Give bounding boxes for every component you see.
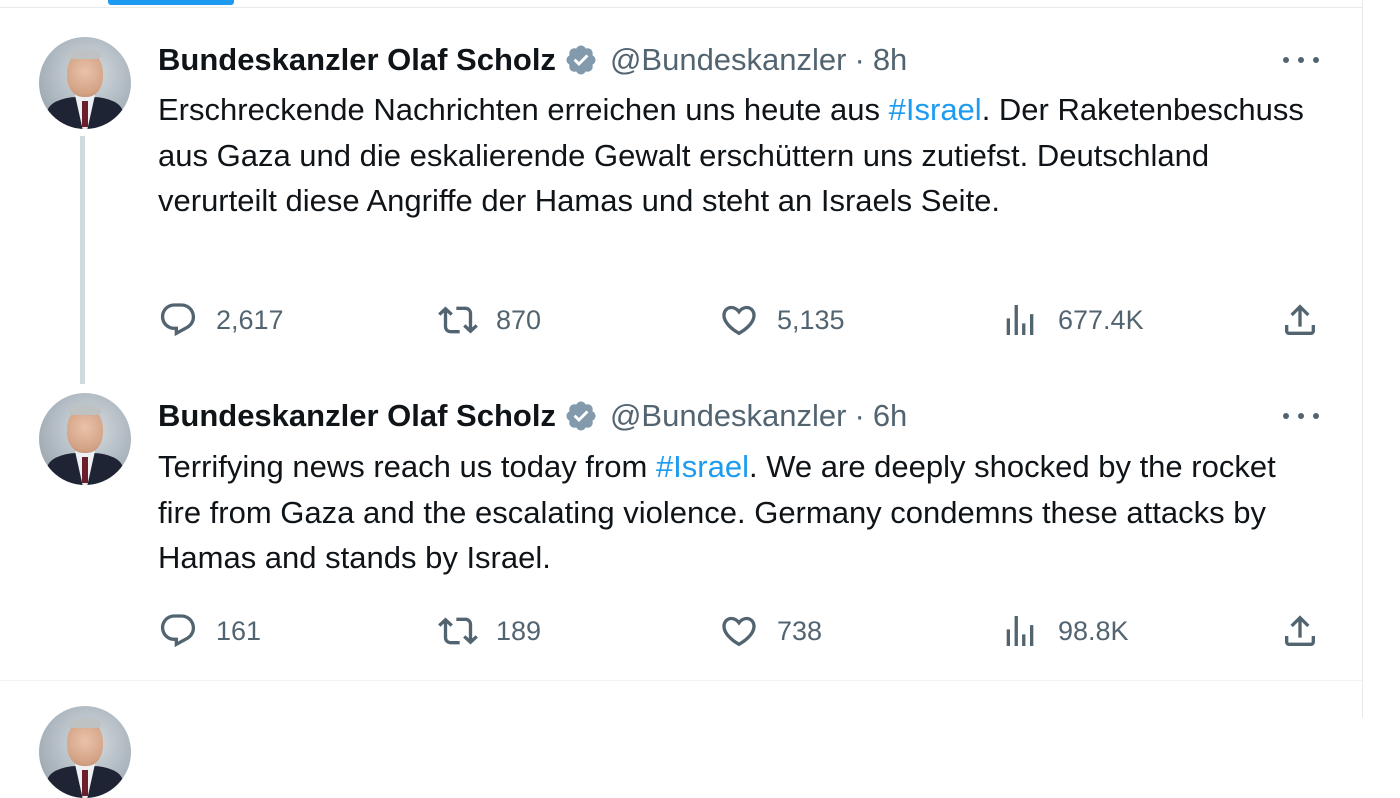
- share-button[interactable]: [1280, 611, 1338, 651]
- author-handle[interactable]: @Bundeskanzler: [610, 42, 847, 78]
- views-button[interactable]: 98.8K: [1000, 611, 1129, 651]
- hashtag-link[interactable]: #Israel: [656, 449, 749, 484]
- tweet-text-start: Terrifying news reach us today from: [158, 449, 656, 484]
- separator-dot: ·: [854, 42, 865, 77]
- like-icon: [722, 616, 756, 647]
- retweet-button[interactable]: 870: [438, 300, 541, 340]
- author-name[interactable]: Bundeskanzler Olaf Scholz: [158, 42, 556, 78]
- more-icon[interactable]: [1283, 51, 1319, 69]
- tweet-header: Bundeskanzler Olaf Scholz @Bundeskanzler…: [158, 396, 907, 436]
- avatar[interactable]: [39, 393, 131, 485]
- tweet-text: Erschreckende Nachrichten erreichen uns …: [158, 87, 1318, 224]
- views-button[interactable]: 677.4K: [1000, 300, 1144, 340]
- tweet-actions: 2,617 870 5,135 677.4K: [158, 300, 1328, 340]
- share-button[interactable]: [1280, 300, 1338, 340]
- retweet-icon: [438, 306, 478, 334]
- top-divider: [0, 7, 1362, 8]
- like-button[interactable]: 738: [719, 611, 822, 651]
- tweet-header: Bundeskanzler Olaf Scholz @Bundeskanzler…: [158, 40, 907, 80]
- reply-icon: [160, 303, 196, 337]
- like-count: 5,135: [777, 304, 845, 335]
- tweet-text: Terrifying news reach us today from #Isr…: [158, 444, 1318, 581]
- tweet-actions: 161 189 738 98.8K: [158, 611, 1328, 651]
- reply-button[interactable]: 2,617: [158, 300, 284, 340]
- reply-button[interactable]: 161: [158, 611, 261, 651]
- retweet-icon: [438, 617, 478, 645]
- like-count: 738: [777, 615, 823, 646]
- avatar[interactable]: [39, 37, 131, 129]
- retweet-count: 189: [496, 615, 542, 646]
- views-icon: [1006, 305, 1034, 335]
- active-tab-indicator: [108, 0, 234, 5]
- share-icon: [1285, 615, 1315, 646]
- timestamp[interactable]: 6h: [873, 398, 907, 434]
- timestamp[interactable]: 8h: [873, 42, 907, 78]
- like-icon: [722, 305, 756, 336]
- views-count: 98.8K: [1058, 615, 1129, 646]
- reply-icon: [160, 614, 196, 648]
- thread-connector-line: [80, 136, 85, 384]
- reply-count: 2,617: [216, 304, 284, 335]
- author-name[interactable]: Bundeskanzler Olaf Scholz: [158, 398, 556, 434]
- tweet-text-start: Erschreckende Nachrichten erreichen uns …: [158, 92, 889, 127]
- separator-dot: ·: [854, 398, 865, 433]
- timeline: Bundeskanzler Olaf Scholz @Bundeskanzler…: [0, 0, 1363, 798]
- views-count: 677.4K: [1058, 304, 1144, 335]
- author-handle[interactable]: @Bundeskanzler: [610, 398, 847, 434]
- retweet-button[interactable]: 189: [438, 611, 541, 651]
- avatar[interactable]: [39, 706, 131, 798]
- retweet-count: 870: [496, 304, 542, 335]
- share-icon: [1285, 304, 1315, 335]
- views-icon: [1006, 616, 1034, 646]
- tweet-divider: [0, 680, 1362, 681]
- verified-badge-icon[interactable]: [564, 43, 598, 77]
- reply-count: 161: [216, 615, 262, 646]
- more-icon[interactable]: [1283, 407, 1319, 425]
- hashtag-link[interactable]: #Israel: [889, 92, 982, 127]
- verified-badge-icon[interactable]: [564, 399, 598, 433]
- like-button[interactable]: 5,135: [719, 300, 845, 340]
